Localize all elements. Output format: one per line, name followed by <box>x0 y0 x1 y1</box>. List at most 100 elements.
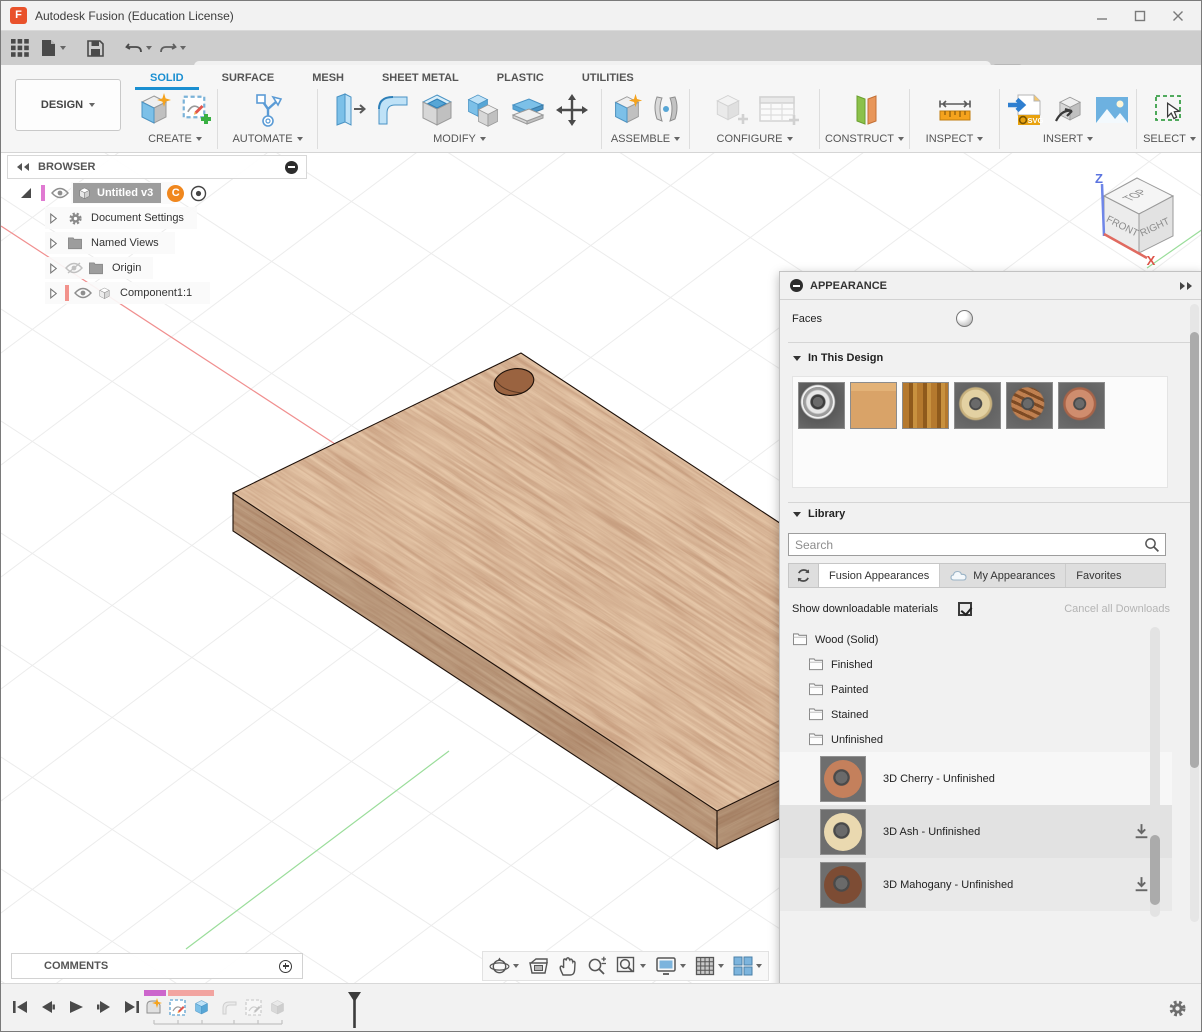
timeline-item-component[interactable] <box>144 998 163 1017</box>
select-icon[interactable] <box>1150 91 1190 129</box>
group-inspect-label[interactable]: INSPECT <box>926 133 974 145</box>
section-collapse-icon[interactable] <box>793 512 801 517</box>
tab-mesh[interactable]: MESH <box>293 67 363 89</box>
browser-row-origin[interactable]: Origin <box>7 257 307 279</box>
show-downloadable-checkbox[interactable] <box>958 602 972 616</box>
joint-icon[interactable] <box>649 91 683 129</box>
panel-collapse-icon[interactable] <box>790 279 803 292</box>
orbit-caret-icon[interactable] <box>513 964 519 968</box>
expand-arrow-icon[interactable] <box>19 186 33 200</box>
search-icon[interactable] <box>1144 537 1160 553</box>
save-button[interactable] <box>87 36 104 60</box>
display-settings-button[interactable] <box>655 956 686 976</box>
timeline-item-sketch1[interactable] <box>168 998 187 1017</box>
timeline-item-sketch2[interactable] <box>244 998 263 1017</box>
tab-surface[interactable]: SURFACE <box>203 67 294 89</box>
download-icon[interactable] <box>1133 876 1150 893</box>
tab-favorites[interactable]: Favorites <box>1066 564 1131 587</box>
viewport-3d[interactable]: TOP FRONT RIGHT Z X BROWSER <box>1 153 1202 983</box>
grid-caret-icon[interactable] <box>718 964 724 968</box>
cancel-downloads-button[interactable]: Cancel all Downloads <box>1064 603 1170 615</box>
file-menu-button[interactable] <box>41 36 66 60</box>
swatch-cherry-torus[interactable] <box>1058 382 1105 429</box>
tab-plastic[interactable]: PLASTIC <box>478 67 563 89</box>
expand-caret-icon[interactable] <box>49 238 58 249</box>
viewports-button[interactable] <box>733 956 762 976</box>
material-3d-mahogany[interactable]: 3D Mahogany - Unfinished <box>780 858 1172 911</box>
view-cube[interactable]: TOP FRONT RIGHT Z X <box>1095 171 1173 268</box>
add-comment-icon[interactable] <box>279 960 292 973</box>
in-this-design-section[interactable]: In This Design <box>793 352 883 364</box>
canvas-image-icon[interactable] <box>1092 91 1132 129</box>
faces-swatch-sphere[interactable] <box>956 310 973 327</box>
combine-icon[interactable] <box>461 91 501 129</box>
dock-panel-icon[interactable] <box>1178 281 1192 291</box>
tree-unfinished[interactable]: Unfinished <box>780 727 1172 752</box>
app-grid-icon[interactable] <box>11 36 29 60</box>
viewports-caret-icon[interactable] <box>756 964 762 968</box>
tab-fusion-appearances[interactable]: Fusion Appearances <box>819 564 940 587</box>
maximize-button[interactable] <box>1123 5 1157 27</box>
group-assemble-label[interactable]: ASSEMBLE <box>611 133 670 145</box>
swatch-walnut-cube[interactable] <box>902 382 949 429</box>
expand-caret-icon[interactable] <box>49 213 58 224</box>
tab-my-appearances[interactable]: My Appearances <box>940 564 1066 587</box>
visibility-off-eye-icon[interactable] <box>65 262 83 274</box>
new-solid-icon[interactable] <box>135 91 173 129</box>
undo-button[interactable] <box>125 36 152 60</box>
orbit-button[interactable] <box>489 956 519 977</box>
redo-button[interactable] <box>159 36 186 60</box>
fit-button[interactable] <box>616 956 646 976</box>
play-button[interactable] <box>67 998 85 1016</box>
display-caret-icon[interactable] <box>680 964 686 968</box>
timeline-playhead[interactable] <box>348 992 361 1028</box>
new-component-icon[interactable] <box>609 91 645 129</box>
grid-snap-button[interactable] <box>695 956 724 976</box>
shell-icon[interactable] <box>417 91 457 129</box>
update-badge-icon[interactable]: C <box>167 185 184 202</box>
swatch-zebrawood-torus[interactable] <box>1006 382 1053 429</box>
visibility-eye-icon[interactable] <box>74 287 92 299</box>
measure-icon[interactable] <box>934 91 976 129</box>
collapse-browser-icon[interactable] <box>16 162 30 172</box>
group-insert-label[interactable]: INSERT <box>1043 133 1083 145</box>
tab-utilities[interactable]: UTILITIES <box>563 67 653 89</box>
tab-sheet-metal[interactable]: SHEET METAL <box>363 67 478 89</box>
panel-scrollbar-thumb[interactable] <box>1190 332 1199 768</box>
pan-button[interactable] <box>558 956 577 976</box>
zoom-button[interactable] <box>586 956 607 976</box>
visibility-eye-icon[interactable] <box>51 187 69 199</box>
swatch-ash-torus[interactable] <box>954 382 1001 429</box>
tree-stained[interactable]: Stained <box>780 702 1172 727</box>
look-at-button[interactable] <box>528 957 549 975</box>
press-pull-icon[interactable] <box>329 91 369 129</box>
timeline-item-extrude2[interactable] <box>268 998 287 1017</box>
timeline-item-extrude1[interactable] <box>192 998 211 1017</box>
browser-minimize-icon[interactable] <box>285 161 298 174</box>
fit-caret-icon[interactable] <box>640 964 646 968</box>
comments-bar[interactable]: COMMENTS <box>11 953 303 979</box>
automate-icon[interactable] <box>249 91 287 129</box>
timeline-group-component[interactable] <box>144 990 166 996</box>
group-create-label[interactable]: CREATE <box>148 133 192 145</box>
timeline-item-fillet[interactable] <box>220 998 239 1017</box>
expand-caret-icon[interactable] <box>49 288 58 299</box>
appearance-header[interactable]: APPEARANCE <box>780 272 1202 300</box>
minimize-button[interactable] <box>1085 5 1119 27</box>
search-input[interactable] <box>789 538 1144 552</box>
swatch-chrome-torus[interactable] <box>798 382 845 429</box>
insert-svg-icon[interactable]: SVG <box>1004 91 1044 129</box>
activate-radio-icon[interactable] <box>190 185 207 202</box>
section-collapse-icon[interactable] <box>793 356 801 361</box>
browser-row-document-settings[interactable]: Document Settings <box>7 207 307 229</box>
group-configure-label[interactable]: CONFIGURE <box>717 133 783 145</box>
move-copy-icon[interactable] <box>553 91 591 129</box>
timeline-group-sketch[interactable] <box>168 990 214 996</box>
tab-solid[interactable]: SOLID <box>131 67 203 89</box>
material-3d-ash[interactable]: 3D Ash - Unfinished <box>780 805 1172 858</box>
inner-scrollbar[interactable] <box>1150 627 1160 917</box>
configuration-table-icon[interactable] <box>756 91 802 129</box>
download-icon[interactable] <box>1133 823 1150 840</box>
derive-icon[interactable] <box>1048 91 1088 129</box>
fillet-icon[interactable] <box>373 91 413 129</box>
